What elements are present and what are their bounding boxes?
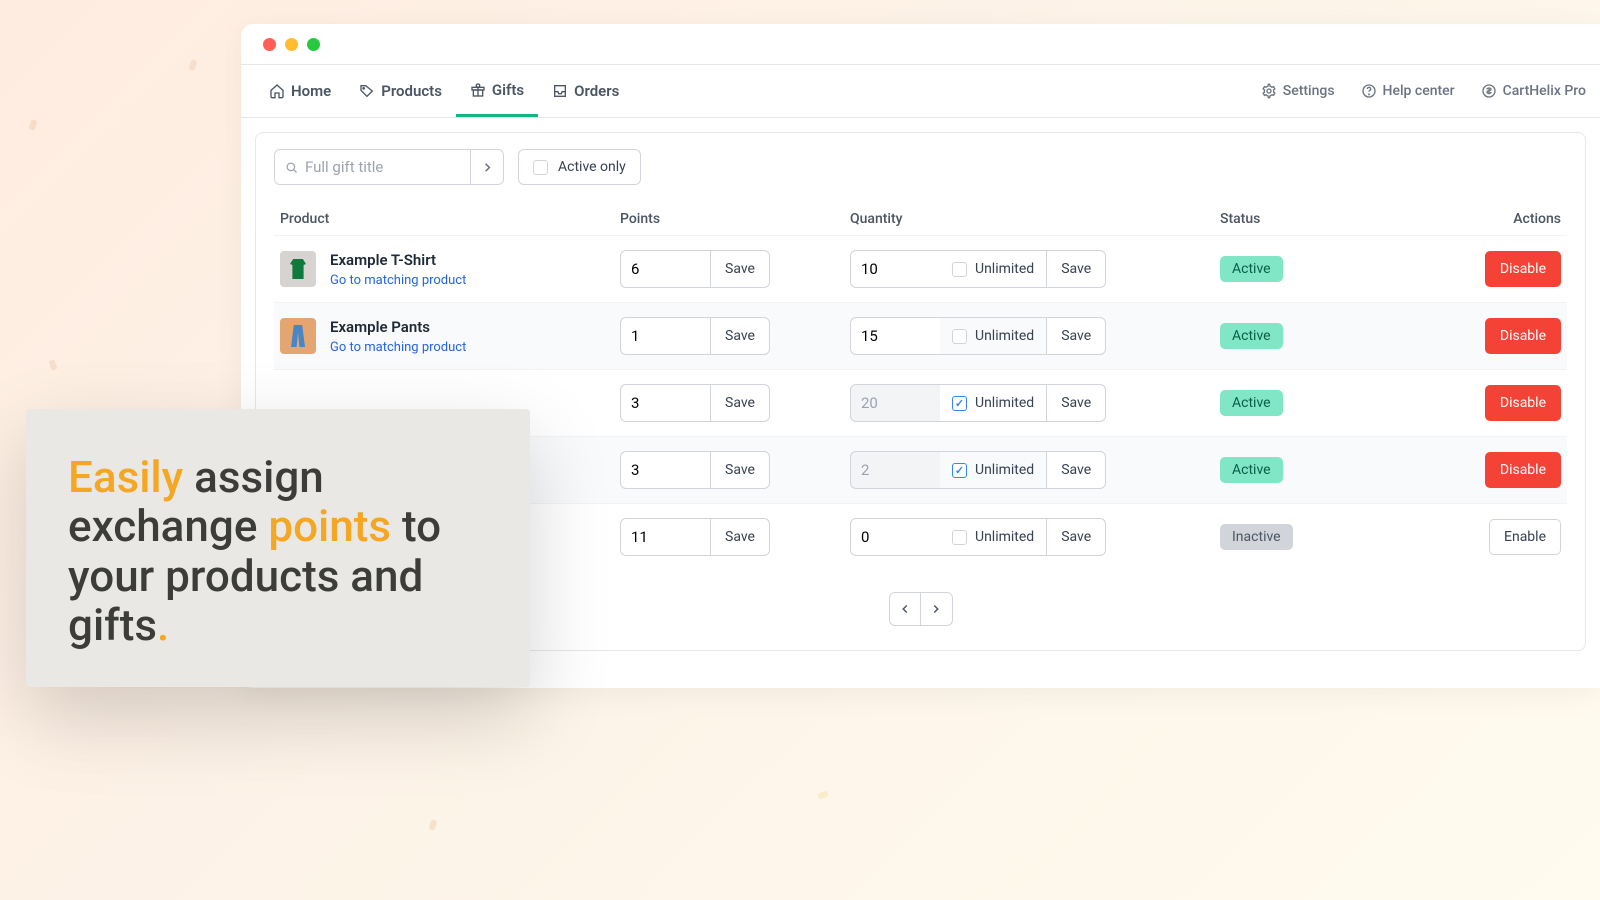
col-quantity: Quantity [844, 203, 1214, 236]
unlimited-label: Unlimited [975, 462, 1034, 478]
dollar-icon [1481, 83, 1497, 99]
nav-gifts-label: Gifts [492, 81, 524, 99]
col-product: Product [274, 203, 614, 236]
main-nav: Home Products Gifts Orders [241, 64, 1600, 118]
quantity-input [850, 451, 940, 489]
inbox-icon [552, 83, 568, 99]
promo-callout: Easily assign exchange points to your pr… [26, 409, 530, 687]
nav-orders[interactable]: Orders [538, 65, 633, 117]
quantity-save-button[interactable]: Save [1046, 451, 1106, 489]
nav-pro[interactable]: CartHelix Pro [1481, 83, 1586, 99]
window-close-dot[interactable] [263, 38, 276, 51]
points-input[interactable] [620, 518, 710, 556]
search-submit-button[interactable] [470, 149, 504, 185]
chevron-right-icon [928, 601, 944, 617]
product-link[interactable]: Go to matching product [330, 340, 466, 355]
nav-products[interactable]: Products [345, 65, 456, 117]
quantity-save-button[interactable]: Save [1046, 384, 1106, 422]
active-only-checkbox[interactable] [533, 160, 548, 175]
search-input[interactable] [274, 149, 470, 185]
callout-word-1: Easily [68, 451, 183, 503]
nav-help[interactable]: Help center [1361, 83, 1455, 99]
help-icon [1361, 83, 1377, 99]
unlimited-label: Unlimited [975, 328, 1034, 344]
home-icon [269, 83, 285, 99]
window-minimize-dot[interactable] [285, 38, 298, 51]
window-zoom-dot[interactable] [307, 38, 320, 51]
quantity-input[interactable] [850, 250, 940, 288]
points-save-button[interactable]: Save [710, 518, 770, 556]
unlimited-label: Unlimited [975, 261, 1034, 277]
tag-icon [359, 83, 375, 99]
status-badge: Active [1220, 457, 1283, 483]
nav-gifts[interactable]: Gifts [456, 65, 538, 117]
callout-dot: . [157, 599, 169, 651]
quantity-input[interactable] [850, 317, 940, 355]
quantity-input [850, 384, 940, 422]
nav-home[interactable]: Home [255, 65, 345, 117]
disable-button[interactable]: Disable [1485, 452, 1561, 488]
status-badge: Active [1220, 323, 1283, 349]
product-title: Example T-Shirt [330, 251, 466, 269]
points-input[interactable] [620, 250, 710, 288]
page-next-button[interactable] [921, 592, 953, 626]
nav-settings[interactable]: Settings [1261, 83, 1335, 99]
active-only-toggle[interactable]: Active only [518, 149, 641, 185]
nav-orders-label: Orders [574, 82, 619, 100]
quantity-save-button[interactable]: Save [1046, 518, 1106, 556]
unlimited-checkbox[interactable] [952, 329, 967, 344]
unlimited-checkbox[interactable] [952, 463, 967, 478]
quantity-save-button[interactable]: Save [1046, 317, 1106, 355]
disable-button[interactable]: Disable [1485, 385, 1561, 421]
points-save-button[interactable]: Save [710, 451, 770, 489]
points-input[interactable] [620, 451, 710, 489]
col-points: Points [614, 203, 844, 236]
unlimited-label: Unlimited [975, 529, 1034, 545]
product-link[interactable]: Go to matching product [330, 273, 466, 288]
page-prev-button[interactable] [889, 592, 921, 626]
table-row: Example Pants Go to matching product Save U… [274, 303, 1567, 370]
nav-products-label: Products [381, 82, 442, 100]
gear-icon [1261, 83, 1277, 99]
points-save-button[interactable]: Save [710, 384, 770, 422]
disable-button[interactable]: Disable [1485, 251, 1561, 287]
active-only-label: Active only [558, 159, 626, 175]
status-badge: Active [1220, 390, 1283, 416]
status-badge: Inactive [1220, 524, 1293, 550]
points-input[interactable] [620, 384, 710, 422]
chevron-left-icon [897, 601, 913, 617]
unlimited-label: Unlimited [975, 395, 1034, 411]
unlimited-checkbox[interactable] [952, 530, 967, 545]
nav-settings-label: Settings [1283, 83, 1335, 99]
product-thumb [280, 318, 316, 354]
points-input[interactable] [620, 317, 710, 355]
gift-icon [470, 82, 486, 98]
enable-button[interactable]: Enable [1489, 519, 1561, 555]
unlimited-checkbox[interactable] [952, 396, 967, 411]
nav-pro-label: CartHelix Pro [1503, 83, 1586, 99]
quantity-input[interactable] [850, 518, 940, 556]
unlimited-checkbox[interactable] [952, 262, 967, 277]
chevron-right-icon [479, 159, 495, 175]
col-status: Status [1214, 203, 1467, 236]
callout-word-2: points [268, 500, 391, 552]
status-badge: Active [1220, 256, 1283, 282]
points-save-button[interactable]: Save [710, 250, 770, 288]
nav-help-label: Help center [1383, 83, 1455, 99]
nav-home-label: Home [291, 82, 331, 100]
search-icon [283, 159, 299, 175]
quantity-save-button[interactable]: Save [1046, 250, 1106, 288]
disable-button[interactable]: Disable [1485, 318, 1561, 354]
window-titlebar [241, 24, 1600, 64]
points-save-button[interactable]: Save [710, 317, 770, 355]
product-thumb [280, 251, 316, 287]
col-actions: Actions [1467, 203, 1567, 236]
product-title: Example Pants [330, 318, 466, 336]
table-row: Example T-Shirt Go to matching product Sav… [274, 236, 1567, 303]
